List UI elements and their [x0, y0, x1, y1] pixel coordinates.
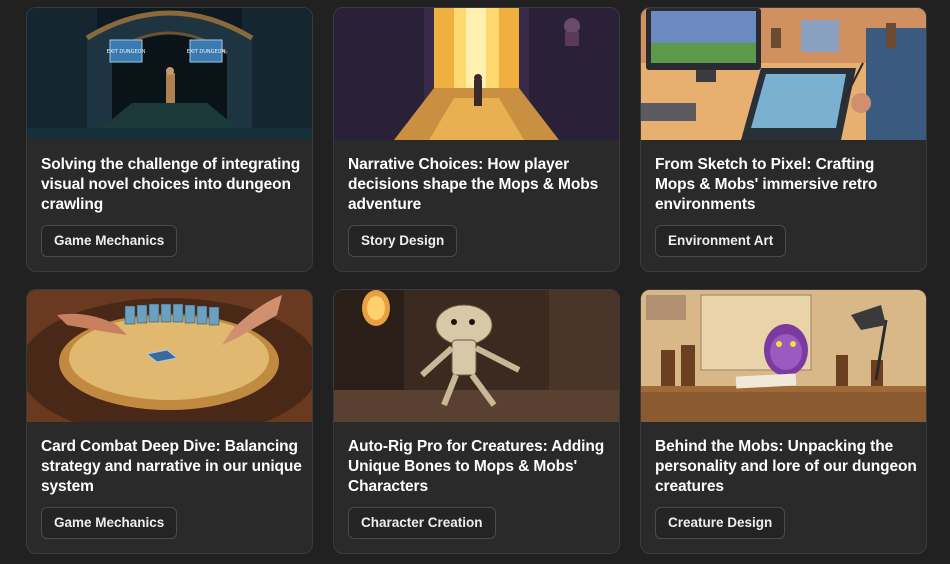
category-tag[interactable]: Character Creation — [348, 507, 496, 539]
category-tag[interactable]: Creature Design — [655, 507, 786, 539]
card-title[interactable]: Solving the challenge of integrating vis… — [41, 155, 303, 215]
dungeon-corridor-image: EXIT DUNGEON EXIT DUNGEON — [27, 8, 312, 140]
card-title[interactable]: From Sketch to Pixel: Crafting Mops & Mo… — [655, 155, 917, 215]
card-thumbnail[interactable] — [334, 8, 619, 140]
card-thumbnail[interactable] — [27, 290, 312, 422]
card-thumbnail[interactable] — [641, 290, 926, 422]
skeleton-creature-image — [334, 290, 619, 422]
card-title[interactable]: Narrative Choices: How player decisions … — [348, 155, 610, 215]
glowing-doorway-image — [334, 8, 619, 140]
article-card[interactable]: Auto-Rig Pro for Creatures: Adding Uniqu… — [333, 289, 620, 554]
exit-sign-right: EXIT DUNGEON — [187, 49, 226, 55]
card-thumbnail[interactable] — [334, 290, 619, 422]
article-card[interactable]: Narrative Choices: How player decisions … — [333, 7, 620, 272]
artist-desk-image — [641, 8, 926, 140]
article-card[interactable]: EXIT DUNGEON EXIT DUNGEON Solving the ch… — [26, 7, 313, 272]
article-card[interactable]: Behind the Mobs: Unpacking the personali… — [640, 289, 927, 554]
card-table-image — [27, 290, 312, 422]
category-tag[interactable]: Story Design — [348, 225, 458, 257]
purple-monster-desk-image — [641, 290, 926, 422]
article-card[interactable]: From Sketch to Pixel: Crafting Mops & Mo… — [640, 7, 927, 272]
card-thumbnail[interactable] — [641, 8, 926, 140]
card-title[interactable]: Auto-Rig Pro for Creatures: Adding Uniqu… — [348, 437, 610, 497]
card-thumbnail[interactable]: EXIT DUNGEON EXIT DUNGEON — [27, 8, 312, 140]
card-title[interactable]: Card Combat Deep Dive: Balancing strateg… — [41, 437, 303, 497]
category-tag[interactable]: Game Mechanics — [41, 225, 178, 257]
category-tag[interactable]: Game Mechanics — [41, 507, 178, 539]
card-title[interactable]: Behind the Mobs: Unpacking the personali… — [655, 437, 917, 497]
exit-sign-left: EXIT DUNGEON — [107, 49, 146, 55]
category-tag[interactable]: Environment Art — [655, 225, 787, 257]
article-card[interactable]: Card Combat Deep Dive: Balancing strateg… — [26, 289, 313, 554]
